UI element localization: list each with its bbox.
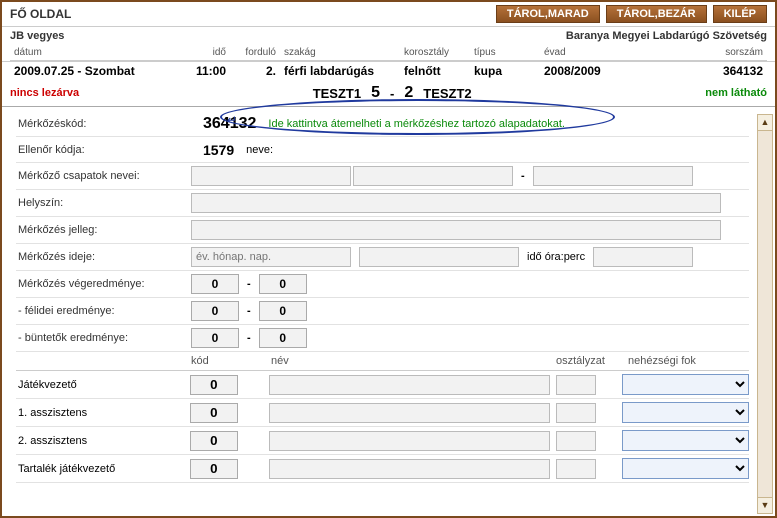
role-oszt-input[interactable] [556,375,596,395]
helyszin-input[interactable] [191,193,721,213]
role-oszt-input[interactable] [556,431,596,451]
role-nehezsegi-select[interactable] [622,402,749,423]
exit-button[interactable]: KILÉP [713,5,767,23]
status-team2: TESZT2 [423,86,471,101]
vegeredmeny-label: Mérkőzés végeredménye: [16,278,191,290]
hdr-korosztaly: korosztály [400,45,470,61]
th-nehezsegi: nehézségi fok [628,355,696,367]
ellenor-label: Ellenőr kódja: [16,144,191,156]
hdr-evad: évad [540,45,640,61]
role-nehezsegi-select[interactable] [622,374,749,395]
role-nev-input[interactable] [269,375,550,395]
th-osztalyzat: osztályzat [556,355,628,367]
info-left: JB vegyes [10,30,64,42]
fel1-input[interactable] [191,301,239,321]
role-nehezsegi-select[interactable] [622,458,749,479]
veg1-input[interactable] [191,274,239,294]
fel2-input[interactable] [259,301,307,321]
status-right: nem látható [705,87,767,99]
ido-input[interactable] [593,247,693,267]
ideje2-input[interactable] [359,247,519,267]
role-kod-input[interactable] [190,375,238,395]
role-kod-input[interactable] [190,403,238,423]
merkozeskod-label: Mérkőzéskód: [16,118,191,130]
status-score2: 2 [404,84,413,102]
bunteto-label: - büntetők eredménye: [16,332,191,344]
status-sep: - [390,86,394,101]
csapatok-label: Mérkőző csapatok nevei: [16,170,191,182]
hdr-ido: idő [170,45,230,61]
role-label: 2. asszisztens [16,435,190,447]
scroll-up-icon[interactable]: ▲ [758,115,772,131]
ellenor-value: 1579 [191,142,246,158]
neve-label: neve: [246,144,273,156]
th-nev: név [271,355,556,367]
team1-input[interactable] [191,166,351,186]
role-kod-input[interactable] [190,459,238,479]
role-label: 1. asszisztens [16,407,190,419]
role-nev-input[interactable] [269,431,550,451]
status-team1: TESZT1 [313,86,361,101]
scroll-down-icon[interactable]: ▼ [758,497,772,513]
role-row-jatekvezeto: Játékvezető [16,371,749,399]
bun1-input[interactable] [191,328,239,348]
bun2-input[interactable] [259,328,307,348]
val-evad: 2008/2009 [540,62,640,80]
status-left: nincs lezárva [10,87,79,99]
val-sorszam: 364132 [640,62,767,80]
th-kod: kód [191,355,271,367]
val-korosztaly: felnőtt [400,62,470,80]
hdr-tipus: típus [470,45,540,61]
val-datum: 2009.07.25 - Szombat [10,62,170,80]
role-oszt-input[interactable] [556,403,596,423]
hdr-fordulo: forduló [230,45,280,61]
jelleg-label: Mérkőzés jelleg: [16,224,191,236]
merkozeskod-value: 364132 [191,115,268,133]
role-nev-input[interactable] [269,403,550,423]
page-title[interactable]: FŐ OLDAL [10,7,71,21]
role-oszt-input[interactable] [556,459,596,479]
hdr-szakag: szakág [280,45,400,61]
val-fordulo: 2. [230,62,280,80]
role-kod-input[interactable] [190,431,238,451]
val-szakag: férfi labdarúgás [280,62,400,80]
scrollbar[interactable]: ▲ ▼ [757,114,773,514]
val-tipus: kupa [470,62,540,80]
jelleg-input[interactable] [191,220,721,240]
helyszin-label: Helyszín: [16,197,191,209]
ideje-label: Mérkőzés ideje: [16,251,191,263]
team-sep: - [513,170,533,182]
hdr-datum: dátum [10,45,170,61]
role-label: Tartalék játékvezető [16,463,190,475]
role-row-assz2: 2. asszisztens [16,427,749,455]
role-row-assz1: 1. asszisztens [16,399,749,427]
team1b-input[interactable] [353,166,513,186]
hdr-sorszam: sorszám [640,45,767,61]
felidei-label: - félidei eredménye: [16,305,191,317]
ideje-input[interactable] [191,247,351,267]
save-close-button[interactable]: TÁROL,BEZÁR [606,5,707,23]
role-nehezsegi-select[interactable] [622,430,749,451]
val-ido: 11:00 [170,62,230,80]
save-stay-button[interactable]: TÁROL,MARAD [496,5,600,23]
ido-label: idő óra:perc [519,251,593,263]
team2-input[interactable] [533,166,693,186]
role-nev-input[interactable] [269,459,550,479]
veg2-input[interactable] [259,274,307,294]
status-score1: 5 [371,84,380,102]
role-label: Játékvezető [16,379,190,391]
role-row-tartalek: Tartalék játékvezető [16,455,749,483]
info-right: Baranya Megyei Labdarúgó Szövetség [566,30,767,42]
hint-link[interactable]: Ide kattintva átemelheti a mérkőzéshez t… [268,118,565,130]
